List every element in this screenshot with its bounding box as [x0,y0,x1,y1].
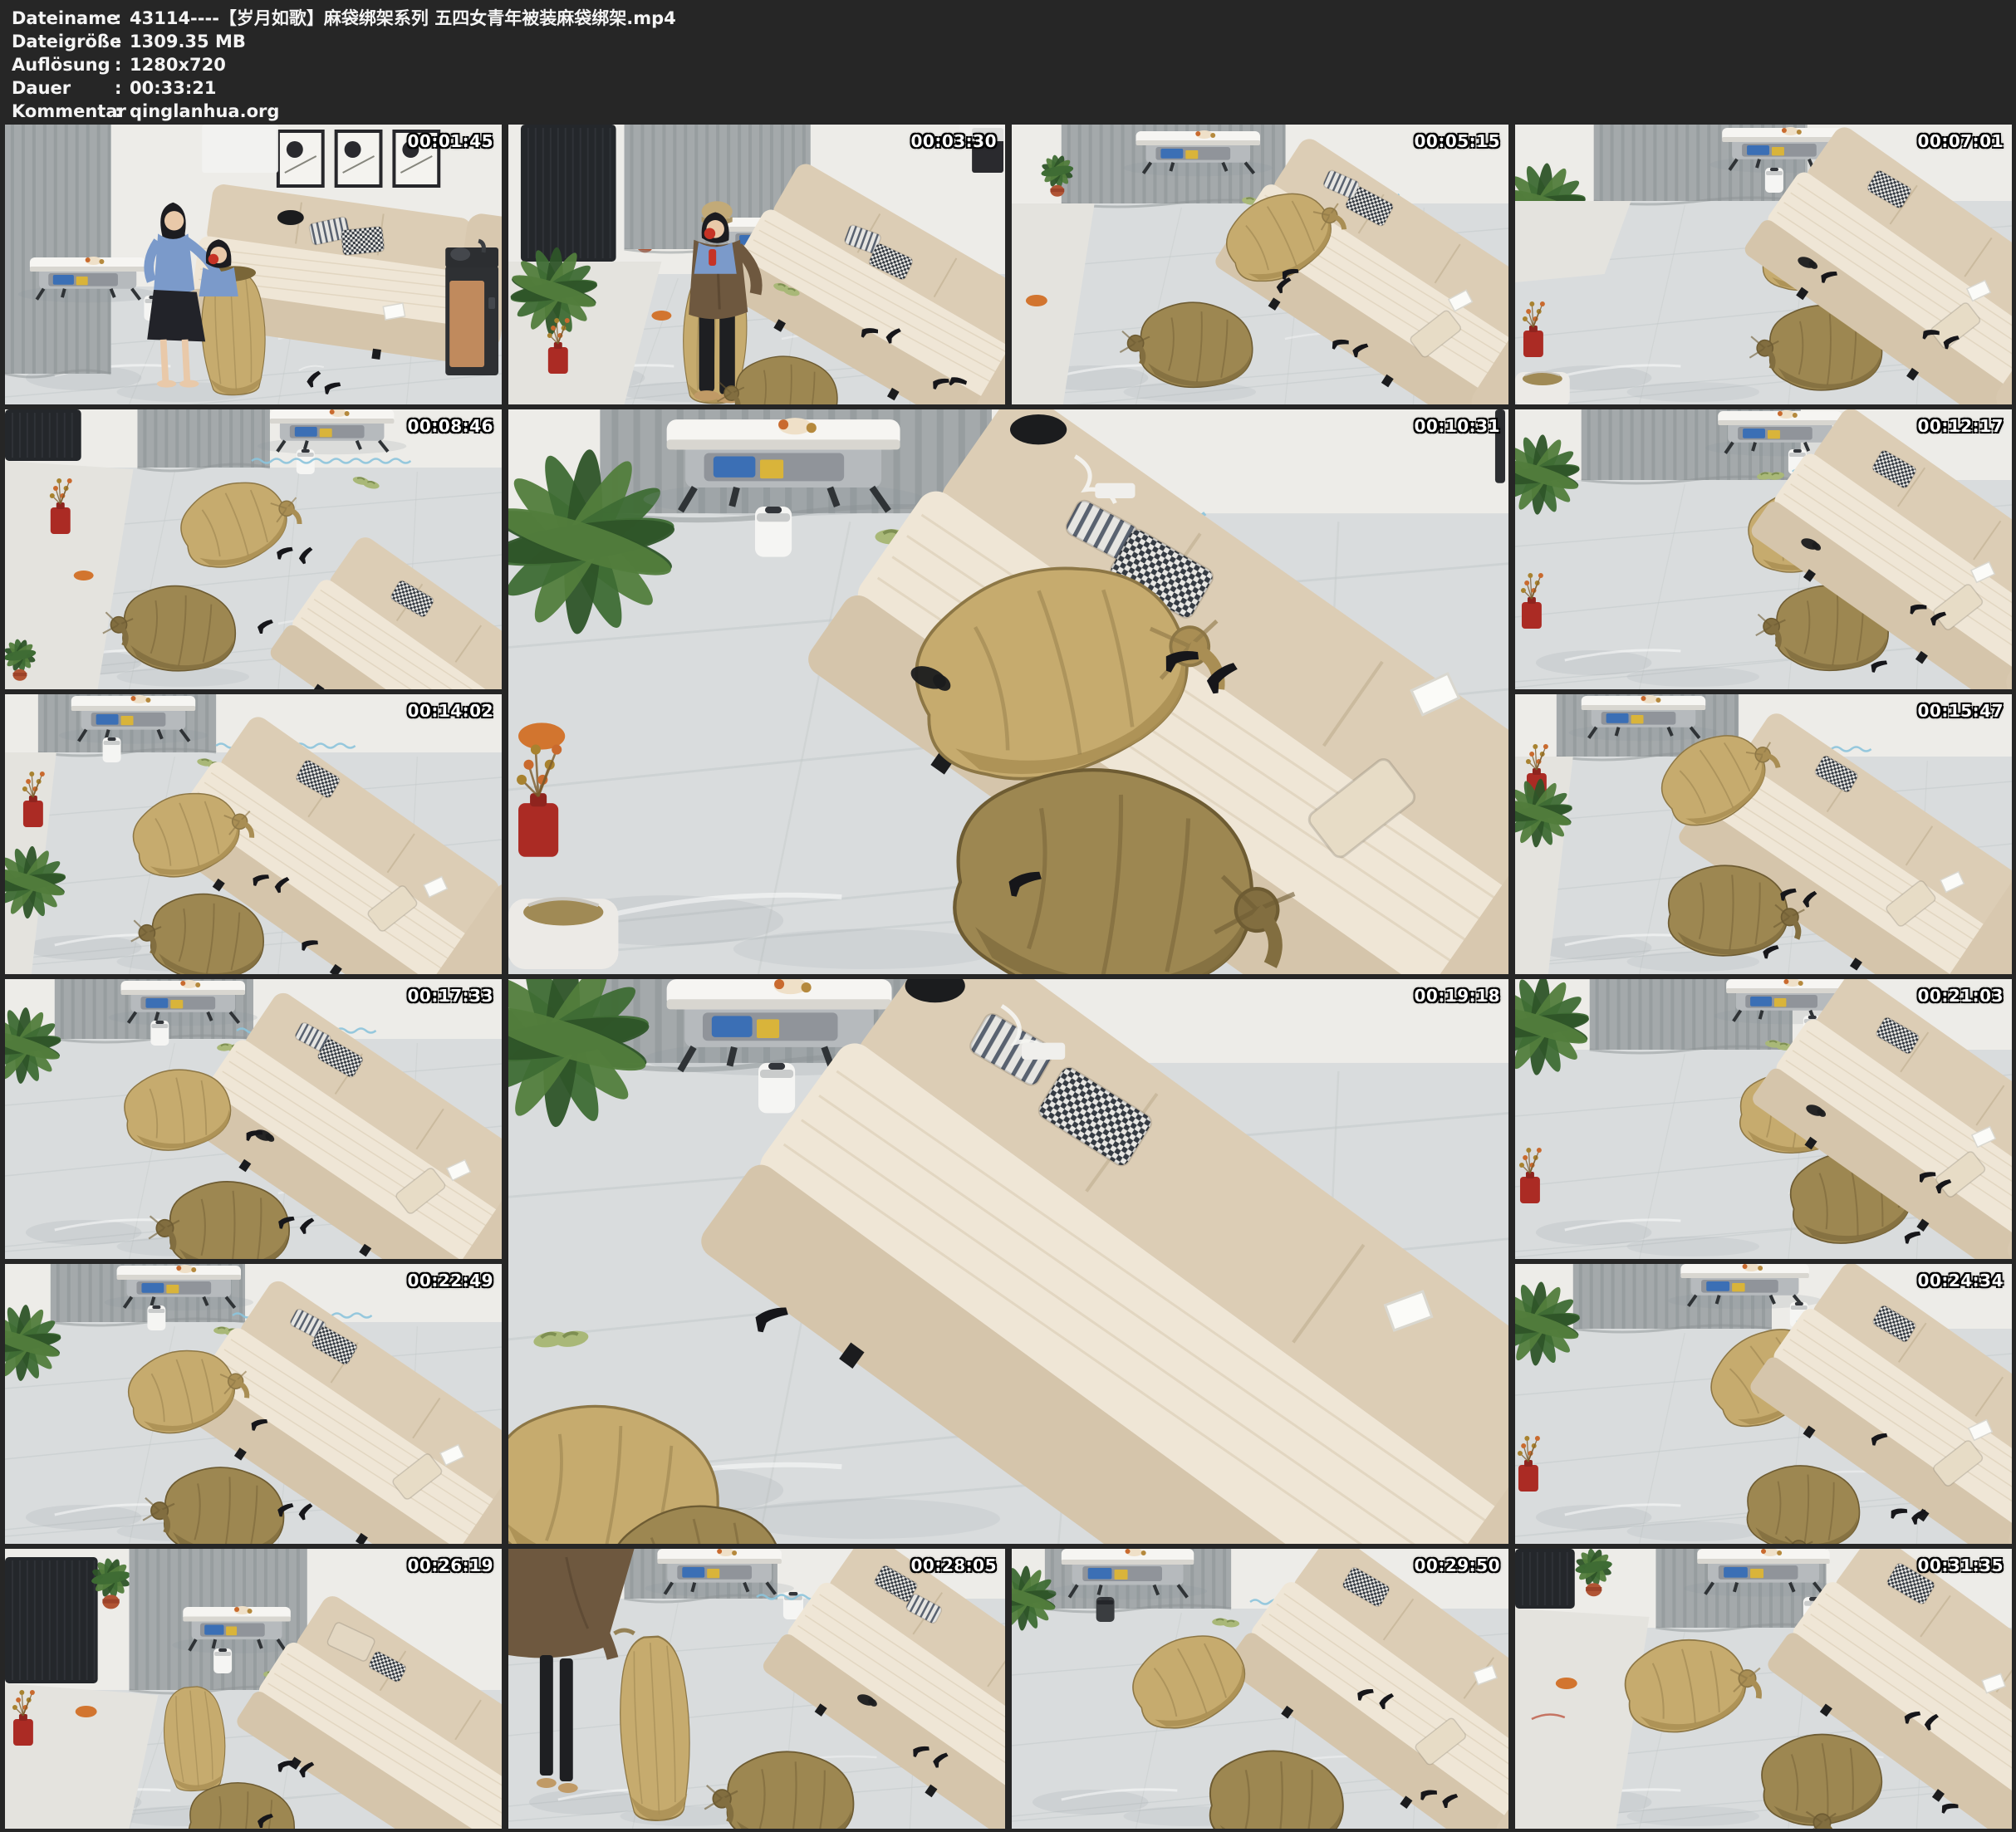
scene-illustration [5,1549,502,1829]
timestamp-overlay: 00:28:05 [911,1555,998,1575]
video-thumbnail: 00:10:31 [508,409,1508,974]
timestamp-overlay: 00:19:18 [1415,986,1501,1006]
scene-illustration [1515,694,2012,974]
scene-illustration [508,1549,1005,1829]
video-thumbnail: 00:12:17 [1515,409,2012,689]
video-thumbnail: 00:03:30 [508,125,1005,404]
timestamp-overlay: 00:05:15 [1415,131,1501,151]
scene-illustration [1515,409,2012,689]
scene-illustration [508,979,1508,1544]
video-thumbnail: 00:22:49 [5,1264,502,1544]
thumbnail-grid: 00:01:45 00:03:30 00:05:15 00:07:01 00:0… [0,0,2016,1832]
video-thumbnail: 00:24:34 [1515,1264,2012,1544]
video-thumbnail: 00:17:33 [5,979,502,1259]
scene-illustration [1515,1264,2012,1544]
timestamp-overlay: 00:10:31 [1415,416,1501,436]
scene-illustration [1012,1549,1508,1829]
video-thumbnail: 00:14:02 [5,694,502,974]
timestamp-overlay: 00:17:33 [408,986,494,1006]
contact-sheet: Dateiname:43114----【岁月如歌】麻袋绑架系列 五四女青年被装麻… [0,0,2016,1832]
timestamp-overlay: 00:24:34 [1918,1271,2004,1291]
scene-illustration [1515,1549,2012,1829]
timestamp-overlay: 00:22:49 [408,1271,494,1291]
timestamp-overlay: 00:31:35 [1918,1555,2004,1575]
video-thumbnail: 00:15:47 [1515,694,2012,974]
timestamp-overlay: 00:08:46 [408,416,494,436]
scene-illustration [5,125,502,404]
video-thumbnail: 00:08:46 [5,409,502,689]
video-thumbnail: 00:29:50 [1012,1549,1508,1829]
timestamp-overlay: 00:01:45 [408,131,494,151]
scene-illustration [5,1264,502,1544]
scene-illustration [1515,125,2012,404]
scene-illustration [5,979,502,1259]
video-thumbnail: 00:21:03 [1515,979,2012,1259]
video-thumbnail: 00:07:01 [1515,125,2012,404]
timestamp-overlay: 00:29:50 [1415,1555,1501,1575]
video-thumbnail: 00:26:19 [5,1549,502,1829]
video-thumbnail: 00:01:45 [5,125,502,404]
video-thumbnail: 00:05:15 [1012,125,1508,404]
scene-illustration [1012,125,1508,404]
video-thumbnail: 00:19:18 [508,979,1508,1544]
video-thumbnail: 00:28:05 [508,1549,1005,1829]
timestamp-overlay: 00:26:19 [408,1555,494,1575]
timestamp-overlay: 00:03:30 [911,131,998,151]
timestamp-overlay: 00:21:03 [1918,986,2004,1006]
timestamp-overlay: 00:07:01 [1918,131,2004,151]
timestamp-overlay: 00:12:17 [1918,416,2004,436]
timestamp-overlay: 00:15:47 [1918,701,2004,721]
timestamp-overlay: 00:14:02 [408,701,494,721]
scene-illustration [5,694,502,974]
scene-illustration [1515,979,2012,1259]
scene-illustration [508,125,1005,404]
video-thumbnail: 00:31:35 [1515,1549,2012,1829]
scene-illustration [5,409,502,689]
scene-illustration [508,409,1508,974]
